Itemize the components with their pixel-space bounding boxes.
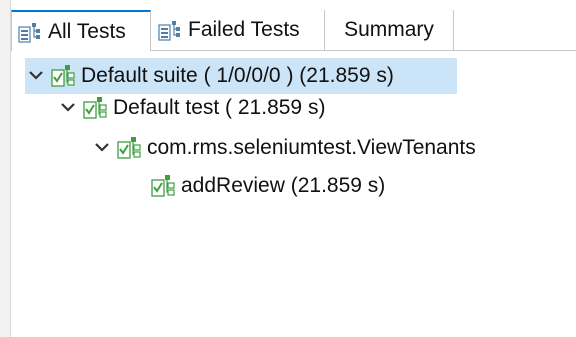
tree-node-suite[interactable]: Default suite ( 1/0/0/0 ) (21.859 s) <box>25 58 457 94</box>
class-label: com.rms.seleniumtest.ViewTenants <box>147 136 476 159</box>
test-label: Default test ( 21.859 s) <box>113 96 326 119</box>
left-panel-edge <box>0 0 11 337</box>
tree-node-class[interactable]: com.rms.seleniumtest.ViewTenants <box>91 130 476 166</box>
test-hierarchy-icon <box>18 21 42 43</box>
suite-label: Default suite ( 1/0/0/0 ) (21.859 s) <box>81 64 394 87</box>
tree-node-test[interactable]: Default test ( 21.859 s) <box>57 90 325 126</box>
tab-all-tests[interactable]: All Tests <box>11 10 151 51</box>
test-passed-icon <box>51 64 75 88</box>
chevron-down-icon[interactable] <box>91 137 113 159</box>
tree-node-method[interactable]: addReview (21.859 s) <box>151 168 385 204</box>
test-passed-icon <box>151 174 175 198</box>
test-hierarchy-icon <box>158 19 182 41</box>
tab-summary-label: Summary <box>344 18 434 41</box>
testng-results-view: All Tests Failed Tests Summary Default s… <box>0 0 576 337</box>
tab-failed-tests-label: Failed Tests <box>188 18 300 41</box>
test-passed-icon <box>83 96 107 120</box>
chevron-down-icon[interactable] <box>57 97 79 119</box>
tab-failed-tests[interactable]: Failed Tests <box>152 10 325 50</box>
method-label: addReview (21.859 s) <box>181 174 386 197</box>
chevron-down-icon[interactable] <box>25 65 47 87</box>
tab-summary[interactable]: Summary <box>325 10 454 50</box>
tab-all-tests-label: All Tests <box>48 19 126 43</box>
tab-bar: All Tests Failed Tests Summary <box>11 10 576 51</box>
test-passed-icon <box>117 136 141 160</box>
